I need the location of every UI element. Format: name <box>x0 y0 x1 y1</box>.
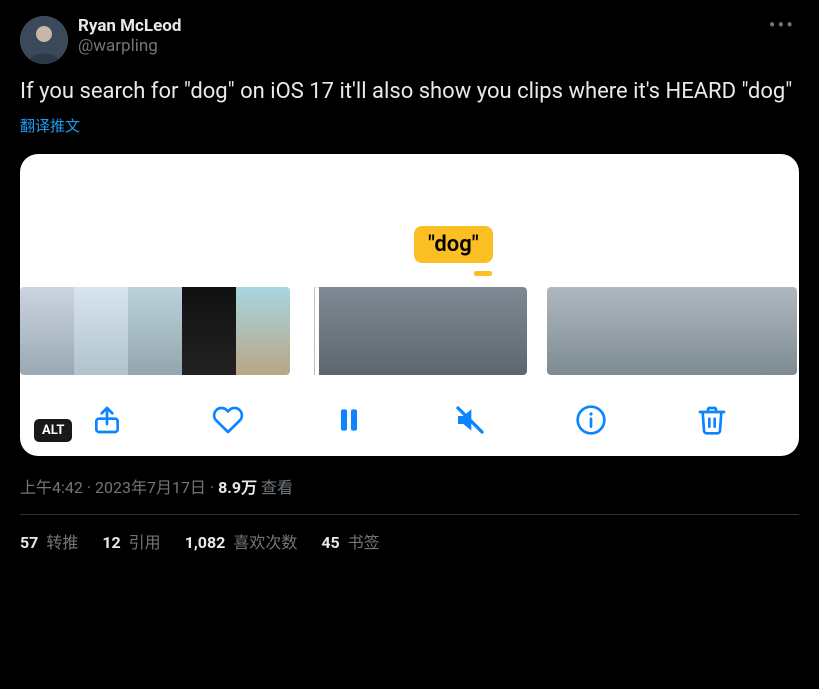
clip-frame <box>74 287 128 375</box>
stats-row: 57 转推 12 引用 1,082 喜欢次数 45 书签 <box>20 529 799 553</box>
clip-frame <box>423 287 475 375</box>
likes-stat[interactable]: 1,082 喜欢次数 <box>185 529 298 553</box>
avatar[interactable] <box>20 16 68 64</box>
retweets-stat[interactable]: 57 转推 <box>20 529 78 553</box>
clip-frame <box>128 287 182 375</box>
clip-group[interactable] <box>547 287 797 375</box>
search-term-badge: "dog" <box>414 226 493 263</box>
clip-frame <box>236 287 290 375</box>
clip-frame <box>182 287 236 375</box>
pause-icon[interactable] <box>327 398 371 442</box>
user-block: Ryan McLeod @warpling <box>78 16 755 56</box>
tweet-date[interactable]: 2023年7月17日 <box>95 478 206 497</box>
handle[interactable]: @warpling <box>78 36 755 56</box>
divider <box>20 514 799 515</box>
heart-icon[interactable] <box>206 398 250 442</box>
mute-icon[interactable] <box>448 398 492 442</box>
video-timeline[interactable] <box>20 286 799 376</box>
share-icon[interactable] <box>85 398 129 442</box>
views-label: 查看 <box>257 478 293 497</box>
clip-group[interactable] <box>20 287 290 375</box>
more-menu[interactable]: ••• <box>765 16 799 34</box>
clip-frame <box>697 287 747 375</box>
tweet-text: If you search for "dog" on iOS 17 it'll … <box>20 78 799 107</box>
clip-frame <box>20 287 74 375</box>
clip-frame <box>747 287 797 375</box>
clip-frame <box>371 287 423 375</box>
clip-frame <box>319 287 371 375</box>
tweet-container: Ryan McLeod @warpling ••• If you search … <box>0 0 819 569</box>
display-name[interactable]: Ryan McLeod <box>78 16 755 36</box>
info-icon[interactable] <box>569 398 613 442</box>
tweet-time[interactable]: 上午4:42 <box>20 478 83 497</box>
clip-frame <box>647 287 697 375</box>
bookmarks-stat[interactable]: 45 书签 <box>321 529 379 553</box>
clip-group[interactable] <box>310 287 527 375</box>
clip-frame <box>475 287 527 375</box>
quotes-stat[interactable]: 12 引用 <box>102 529 160 553</box>
media-toolbar <box>20 398 799 442</box>
translate-link[interactable]: 翻译推文 <box>20 115 799 136</box>
search-term-tick <box>474 271 492 276</box>
views-count: 8.9万 <box>218 478 257 497</box>
alt-badge[interactable]: ALT <box>34 419 72 442</box>
clip-frame <box>597 287 647 375</box>
tweet-header: Ryan McLeod @warpling ••• <box>20 16 799 64</box>
tweet-meta: 上午4:42 · 2023年7月17日 · 8.9万 查看 <box>20 474 799 498</box>
media-card[interactable]: "dog" <box>20 154 799 456</box>
clip-frame <box>547 287 597 375</box>
trash-icon[interactable] <box>690 398 734 442</box>
